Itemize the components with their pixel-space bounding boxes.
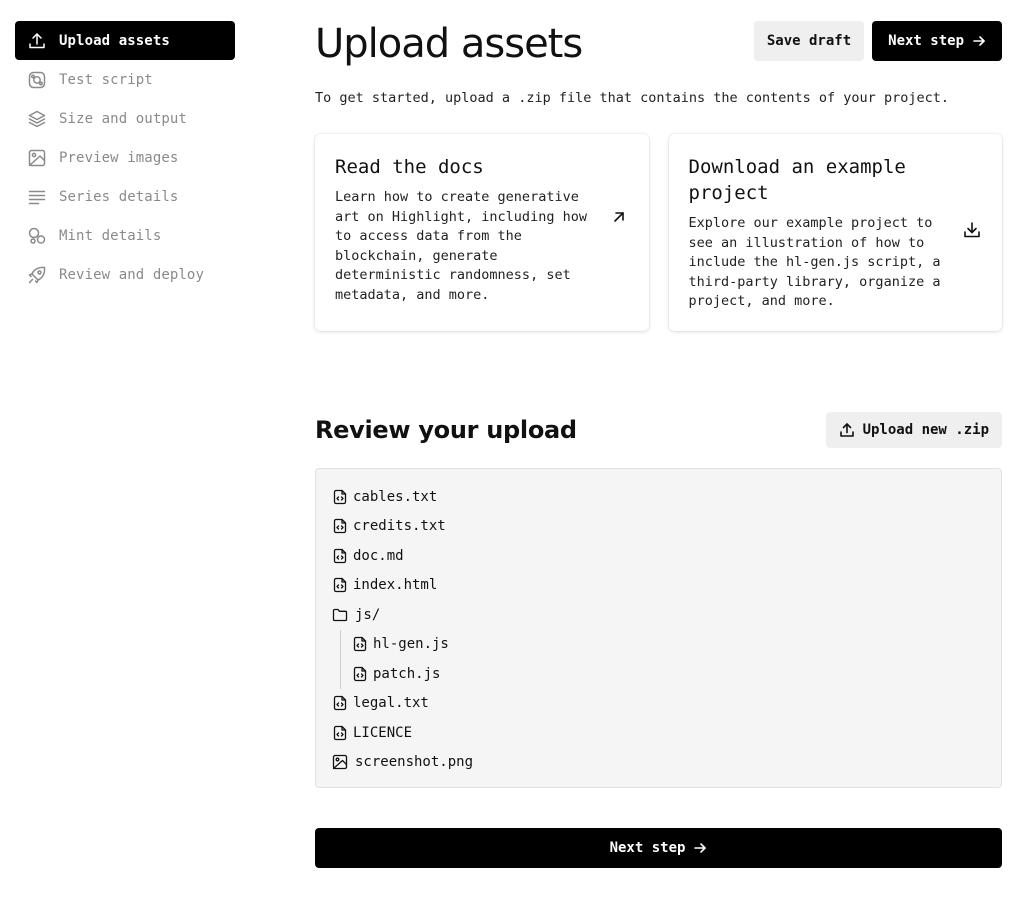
file-name: credits.txt bbox=[353, 518, 446, 535]
folder-icon bbox=[332, 607, 348, 623]
arrow-right-icon bbox=[694, 843, 707, 853]
header-actions: Save draft Next step bbox=[753, 21, 1002, 61]
sidebar-item-upload-assets[interactable]: Upload assets bbox=[15, 21, 235, 60]
intro-text: To get started, upload a .zip file that … bbox=[315, 90, 949, 106]
file-name: doc.md bbox=[353, 547, 404, 564]
resource-cards: Read the docs Learn how to create genera… bbox=[315, 134, 1002, 331]
code-file-icon bbox=[332, 518, 348, 534]
code-file-icon bbox=[332, 695, 348, 711]
file-item[interactable]: doc.md bbox=[332, 541, 985, 571]
file-tree: cables.txt credits.txt doc.md index.html… bbox=[315, 468, 1002, 788]
footer-next-step-button[interactable]: Next step bbox=[315, 828, 1002, 868]
read-the-docs-card[interactable]: Read the docs Learn how to create genera… bbox=[315, 134, 649, 331]
sidebar-item-label: Review and deploy bbox=[59, 266, 204, 283]
file-item[interactable]: index.html bbox=[332, 571, 985, 601]
image-icon bbox=[27, 148, 47, 168]
sidebar-item-label: Series details bbox=[59, 188, 179, 205]
folder-name: js/ bbox=[355, 606, 381, 623]
upload-new-zip-label: Upload new .zip bbox=[862, 422, 989, 438]
code-file-icon bbox=[332, 489, 348, 505]
file-item[interactable]: hl-gen.js bbox=[352, 630, 985, 660]
file-name: index.html bbox=[353, 577, 438, 594]
file-name: screenshot.png bbox=[355, 754, 474, 771]
save-draft-label: Save draft bbox=[766, 33, 852, 49]
review-section-title: Review your upload bbox=[315, 416, 577, 444]
file-name: LICENCE bbox=[353, 724, 413, 741]
sidebar-item-label: Test script bbox=[59, 71, 153, 88]
sidebar-nav: Upload assets Test script Size and outpu… bbox=[15, 21, 235, 294]
code-file-icon bbox=[332, 577, 348, 593]
upload-icon bbox=[27, 31, 47, 51]
sidebar-item-label: Preview images bbox=[59, 149, 179, 166]
file-name: cables.txt bbox=[353, 488, 438, 505]
arrow-up-right-icon bbox=[609, 207, 629, 227]
download-icon bbox=[962, 220, 982, 240]
upload-icon bbox=[839, 423, 854, 437]
upload-new-zip-button[interactable]: Upload new .zip bbox=[825, 412, 1002, 448]
folder-children: hl-gen.js patch.js bbox=[340, 629, 985, 689]
save-draft-button[interactable]: Save draft bbox=[753, 21, 865, 61]
file-item[interactable]: legal.txt bbox=[332, 689, 985, 719]
code-file-icon bbox=[352, 636, 368, 652]
file-item[interactable]: LICENCE bbox=[332, 718, 985, 748]
sidebar-item-test-script[interactable]: Test script bbox=[15, 60, 235, 99]
sidebar-item-preview-images[interactable]: Preview images bbox=[15, 138, 235, 177]
image-file-icon bbox=[332, 754, 348, 770]
page-title: Upload assets bbox=[315, 21, 583, 67]
code-file-icon bbox=[332, 548, 348, 564]
sidebar-item-series-details[interactable]: Series details bbox=[15, 177, 235, 216]
file-item[interactable]: cables.txt bbox=[332, 482, 985, 512]
file-name: legal.txt bbox=[353, 695, 429, 712]
card-body: Learn how to create generative art on Hi… bbox=[335, 189, 587, 303]
code-file-icon bbox=[352, 666, 368, 682]
mint-icon bbox=[27, 226, 47, 246]
card-body: Explore our example project to see an il… bbox=[688, 215, 941, 310]
sidebar-item-label: Upload assets bbox=[59, 32, 170, 49]
arrow-right-icon bbox=[973, 36, 985, 46]
card-title: Download an example project bbox=[688, 156, 906, 204]
script-icon bbox=[27, 70, 47, 90]
code-file-icon bbox=[332, 725, 348, 741]
file-item[interactable]: patch.js bbox=[352, 659, 985, 689]
text-lines-icon bbox=[27, 187, 47, 207]
download-example-card[interactable]: Download an example project Explore our … bbox=[668, 134, 1002, 331]
sidebar-item-size-and-output[interactable]: Size and output bbox=[15, 99, 235, 138]
file-name: hl-gen.js bbox=[373, 636, 449, 653]
sidebar-item-label: Size and output bbox=[59, 110, 187, 127]
next-step-label: Next step bbox=[609, 840, 686, 856]
next-step-label: Next step bbox=[888, 33, 964, 49]
card-title: Read the docs bbox=[335, 156, 484, 178]
sidebar-item-mint-details[interactable]: Mint details bbox=[15, 216, 235, 255]
folder-item[interactable]: js/ bbox=[332, 600, 985, 630]
sidebar-item-label: Mint details bbox=[59, 227, 162, 244]
file-name: patch.js bbox=[373, 665, 441, 682]
rocket-icon bbox=[27, 265, 47, 285]
file-item[interactable]: credits.txt bbox=[332, 512, 985, 542]
file-item[interactable]: screenshot.png bbox=[332, 748, 985, 778]
next-step-button[interactable]: Next step bbox=[872, 21, 1002, 61]
sidebar-item-review-and-deploy[interactable]: Review and deploy bbox=[15, 255, 235, 294]
layers-icon bbox=[27, 109, 47, 129]
